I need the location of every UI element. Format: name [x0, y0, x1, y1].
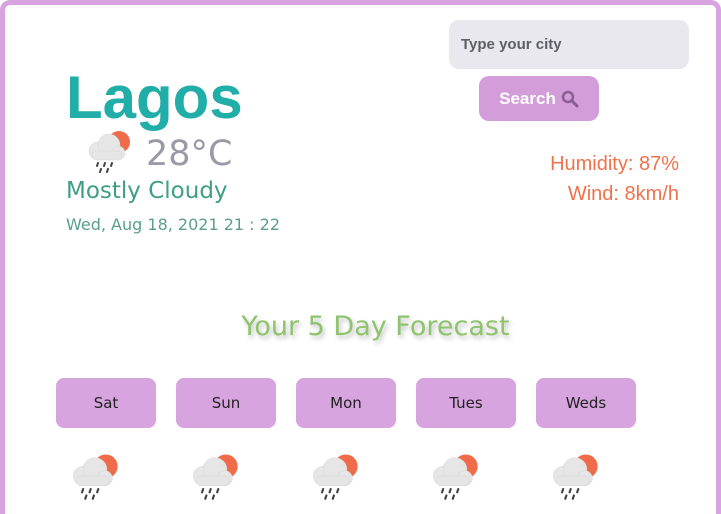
cloud-sun-rain-icon	[193, 454, 238, 500]
city-search-input[interactable]	[449, 20, 689, 69]
wind-speed: Wind: 8km/h	[567, 183, 679, 205]
search-icon	[561, 90, 579, 107]
cloud-sun-rain-icon	[313, 454, 358, 500]
search-button-label: Search	[499, 88, 556, 108]
forecast-day-button[interactable]: Weds	[536, 378, 636, 428]
humidity: Humidity: 87%	[550, 153, 679, 175]
forecast-day-button[interactable]: Sat	[56, 378, 156, 428]
forecast-day-button[interactable]: Mon	[296, 378, 396, 428]
temperature: 28°C	[146, 134, 233, 174]
cloud-sun-rain-icon	[88, 131, 130, 173]
weather-condition: Mostly Cloudy	[66, 178, 228, 204]
cloud-sun-rain-icon	[553, 454, 598, 500]
forecast-day-button[interactable]: Sun	[176, 378, 276, 428]
forecast-title: Your 5 Day Forecast	[241, 311, 510, 342]
city-name: Lagos	[66, 64, 243, 131]
search-button[interactable]: Search	[479, 76, 599, 121]
cloud-sun-rain-icon	[73, 454, 118, 500]
cloud-sun-rain-icon	[433, 454, 478, 500]
date-time: Wed, Aug 18, 2021 21 : 22	[66, 215, 280, 234]
forecast-day-button[interactable]: Tues	[416, 378, 516, 428]
